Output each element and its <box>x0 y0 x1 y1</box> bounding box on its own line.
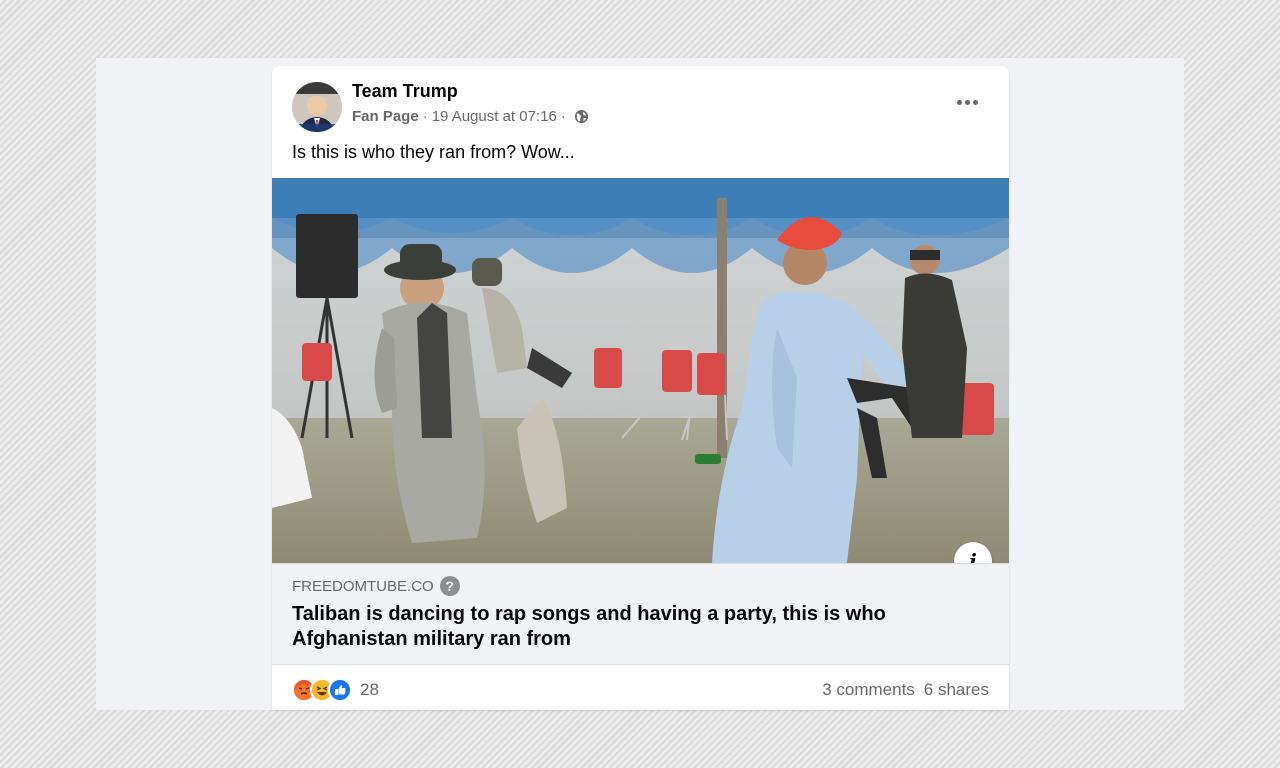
more-horizontal-icon <box>956 99 962 105</box>
link-domain-row: FREEDOMTUBE.CO ? <box>292 576 460 596</box>
link-preview-box[interactable]: FREEDOMTUBE.CO ? Taliban is dancing to r… <box>272 563 1009 665</box>
link-title[interactable]: Taliban is dancing to rap songs and havi… <box>292 602 932 652</box>
post-timestamp[interactable]: 19 August at 07:16 <box>432 108 557 125</box>
like-reaction-icon <box>328 678 352 702</box>
link-domain: FREEDOMTUBE.CO <box>292 577 434 595</box>
link-preview-image[interactable] <box>272 178 1009 563</box>
reaction-count: 28 <box>360 680 379 699</box>
more-options-button[interactable] <box>949 92 985 112</box>
avatar[interactable] <box>292 82 342 132</box>
engagement-counts: 3 comments 6 shares <box>822 680 989 700</box>
facebook-post-card: Team Trump Fan Page · 19 August at 07:16… <box>272 66 1009 710</box>
more-dot <box>964 99 970 105</box>
post-meta: Fan Page · 19 August at 07:16 · <box>352 108 589 125</box>
reactions-summary[interactable]: 28 <box>292 678 379 702</box>
page-type-label[interactable]: Fan Page <box>352 108 419 125</box>
help-icon[interactable]: ? <box>439 576 460 596</box>
avatar-image <box>292 82 342 132</box>
meta-separator: · <box>422 108 428 125</box>
video-thumbnail <box>272 178 1009 563</box>
globe-icon <box>574 109 589 124</box>
more-dot <box>972 99 978 105</box>
meta-separator: · <box>560 108 566 125</box>
comments-count[interactable]: 3 comments <box>822 680 915 700</box>
author-name[interactable]: Team Trump <box>352 81 458 102</box>
shares-count[interactable]: 6 shares <box>924 680 989 700</box>
post-message: Is this is who they ran from? Wow... <box>292 142 575 162</box>
